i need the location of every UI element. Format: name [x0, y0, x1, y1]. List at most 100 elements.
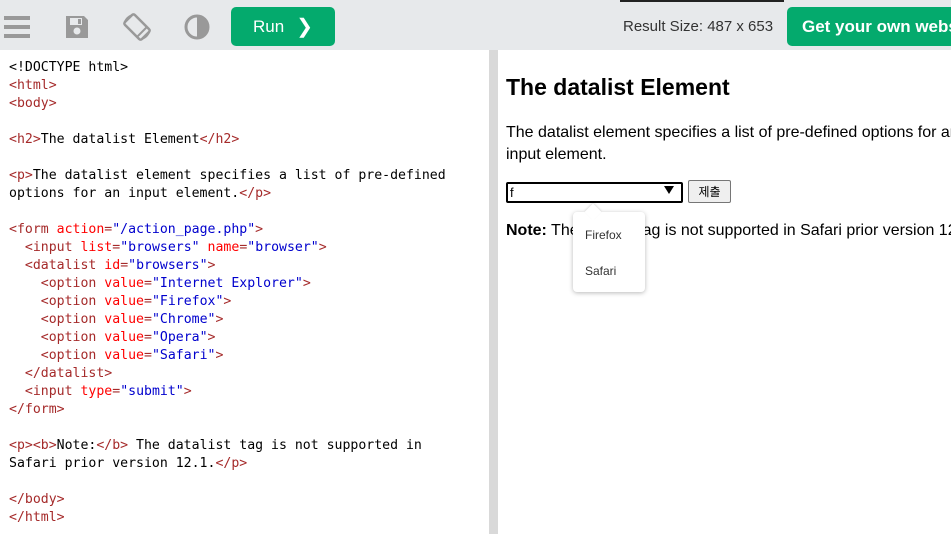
code-token: >	[223, 294, 232, 309]
dropdown-option-safari[interactable]: Safari	[585, 264, 616, 278]
code-token: "Opera"	[151, 330, 208, 345]
code-token: </body>	[9, 492, 65, 507]
floppy-disk-icon[interactable]	[60, 10, 94, 44]
code-line: <option value="Firefox">	[9, 293, 446, 311]
code-token: <option	[40, 312, 105, 327]
code-token: <option	[40, 294, 105, 309]
code-line: <body>	[9, 95, 446, 113]
result-panel: The datalist Element The datalist elemen…	[498, 50, 951, 534]
note-label: Note:	[506, 222, 547, 239]
get-own-website-button[interactable]: Get your own website	[787, 7, 951, 46]
panel-splitter[interactable]	[489, 50, 498, 534]
code-token: "Firefox"	[151, 294, 224, 309]
code-token: Note:	[56, 438, 97, 453]
code-token: value	[104, 276, 144, 291]
code-token: <input	[24, 240, 81, 255]
code-token: =	[112, 240, 121, 255]
code-line: Safari prior version 12.1.</p>	[9, 455, 446, 473]
code-token: =	[144, 330, 152, 345]
code-line: </datalist>	[9, 365, 446, 383]
code-line: </form>	[9, 401, 446, 419]
code-token: <form	[9, 222, 57, 237]
code-line: <p><b>Note:</b> The datalist tag is not …	[9, 437, 446, 455]
code-token: "browser"	[247, 240, 319, 255]
code-token: options for an input element.	[9, 186, 240, 201]
code-line: <form action="/action_page.php">	[9, 221, 446, 239]
chevron-right-icon: ❯	[296, 15, 313, 38]
code-line: <input list="browsers" name="browser">	[9, 239, 446, 257]
rotate-screen-icon[interactable]	[120, 10, 154, 44]
code-editor[interactable]: <!DOCTYPE html> <html> <body> <h2>The datal…	[0, 50, 489, 534]
code-token: <datalist	[24, 258, 105, 273]
top-edge-marker	[620, 0, 784, 2]
code-token: <option	[40, 348, 105, 363]
code-token: >	[207, 258, 216, 273]
code-token: action	[56, 222, 105, 237]
code-line: <option value="Opera">	[9, 329, 446, 347]
code-token: =	[144, 276, 152, 291]
datalist-dropdown-arrow-icon[interactable]	[664, 186, 674, 194]
submit-button[interactable]: 제출	[688, 180, 731, 203]
code-token: "browsers"	[120, 240, 200, 255]
code-line: options for an input element.</p>	[9, 185, 446, 203]
code-line: <input type="submit">	[9, 383, 446, 401]
editor-toolbar: Run ❯ Result Size: 487 x 653 Get your ow…	[0, 0, 951, 50]
browser-input[interactable]: f	[506, 182, 683, 203]
code-text[interactable]: <!DOCTYPE html> <html> <body> <h2>The datal…	[9, 59, 446, 527]
code-token: >	[302, 276, 311, 291]
dropdown-option-firefox[interactable]: Firefox	[585, 228, 622, 242]
code-line: </body>	[9, 491, 446, 509]
code-token: "Safari"	[151, 348, 216, 363]
hamburger-menu-icon[interactable]	[0, 10, 34, 44]
code-token: <html>	[9, 78, 57, 93]
code-line: <option value="Safari">	[9, 347, 446, 365]
code-token: <body>	[9, 96, 57, 111]
code-token: value	[104, 330, 144, 345]
code-token: The datalist tag is not supported in	[128, 438, 422, 453]
code-line: </html>	[9, 509, 446, 527]
code-line: <!DOCTYPE html>	[9, 59, 446, 77]
code-line: <h2>The datalist Element</h2>	[9, 131, 446, 149]
code-token: Safari prior version 12.1.	[9, 456, 216, 471]
code-token: value	[104, 348, 144, 363]
code-token: value	[104, 312, 144, 327]
code-token: type	[80, 384, 113, 399]
code-token: id	[104, 258, 121, 273]
code-token: <p>	[9, 168, 33, 183]
code-token: =	[144, 312, 152, 327]
run-button[interactable]: Run ❯	[231, 7, 335, 46]
result-paragraph: The datalist element specifies a list of…	[506, 124, 951, 163]
datalist-dropdown: Firefox Safari	[573, 203, 645, 292]
code-token: </p>	[215, 456, 248, 471]
dropdown-caret	[584, 203, 602, 221]
code-token: <input	[24, 384, 81, 399]
code-line: <option value="Internet Explorer">	[9, 275, 446, 293]
result-size-readout: Result Size: 487 x 653	[623, 18, 774, 35]
code-token: </b>	[96, 438, 129, 453]
code-token: "submit"	[120, 384, 184, 399]
code-token: =	[144, 348, 152, 363]
code-token: >	[215, 312, 224, 327]
contrast-toggle-icon[interactable]	[180, 10, 214, 44]
code-token: "Chrome"	[151, 312, 216, 327]
code-token: The datalist element specifies a list of…	[32, 168, 446, 183]
code-token: "/action_page.php"	[112, 222, 256, 237]
code-token: <h2>	[9, 132, 41, 147]
code-token: <p><b>	[9, 438, 57, 453]
run-button-label: Run	[253, 16, 285, 36]
code-line: <p>The datalist element specifies a list…	[9, 167, 446, 185]
code-token: </datalist>	[24, 366, 113, 381]
code-token: =	[144, 294, 152, 309]
code-token: >	[255, 222, 264, 237]
code-token: =	[112, 384, 121, 399]
